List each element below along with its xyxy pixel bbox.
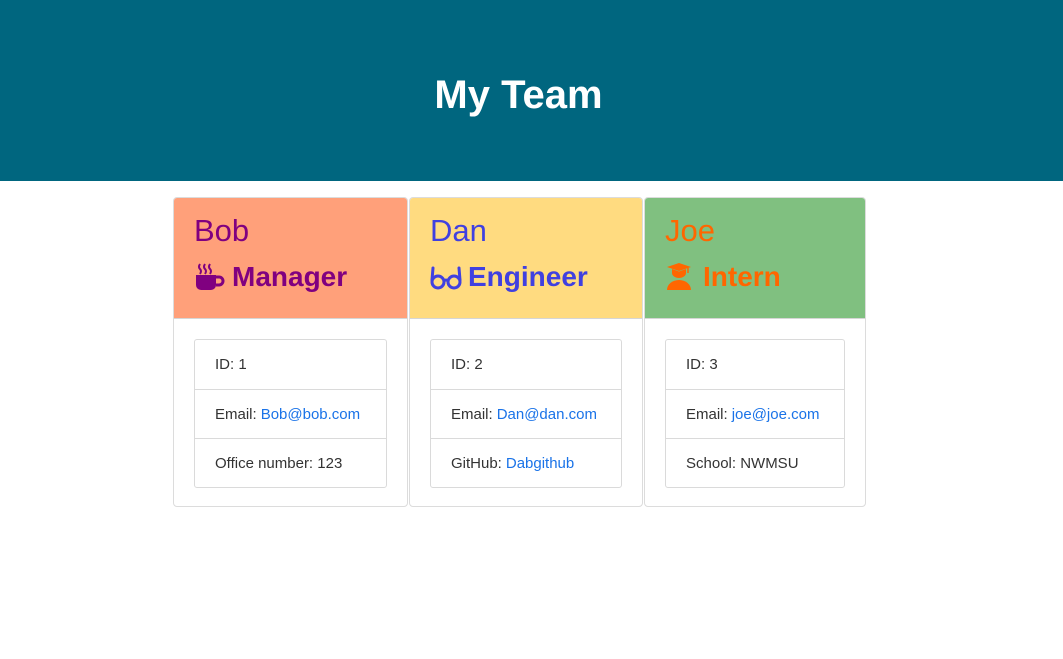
card-body: ID: 2 Email: Dan@dan.com GitHub: Dabgith… xyxy=(410,319,642,488)
graduate-icon xyxy=(665,262,697,292)
employee-id: ID: 1 xyxy=(215,356,247,373)
github-label: GitHub: xyxy=(451,454,502,472)
employee-card-intern: Joe Intern ID: 3 Email: joe@joe.com Scho… xyxy=(644,197,866,507)
email-link[interactable]: Dan@dan.com xyxy=(497,406,597,423)
glasses-icon xyxy=(430,262,462,292)
employee-name: Joe xyxy=(665,213,715,248)
page-header: My Team xyxy=(0,0,1063,181)
employee-info-list: ID: 2 Email: Dan@dan.com GitHub: Dabgith… xyxy=(430,339,622,488)
card-body: ID: 3 Email: joe@joe.com School: NWMSU xyxy=(645,319,865,488)
email-label: Email: xyxy=(686,405,728,423)
school: School: NWMSU xyxy=(666,438,844,487)
email-link[interactable]: Bob@bob.com xyxy=(261,406,360,423)
employee-role: Intern xyxy=(665,259,845,295)
employee-name: Dan xyxy=(430,213,487,248)
employee-role: Engineer xyxy=(430,259,622,295)
employee-info-list: ID: 1 Email: Bob@bob.com Office number: … xyxy=(194,339,387,488)
github: GitHub: Dabgithub xyxy=(431,438,621,487)
employee-email: Email: joe@joe.com xyxy=(666,389,844,438)
employee-role: Manager xyxy=(194,259,387,295)
employee-name: Bob xyxy=(194,213,250,248)
employee-info-list: ID: 3 Email: joe@joe.com School: NWMSU xyxy=(665,339,845,488)
role-label: Manager xyxy=(232,261,348,292)
employee-card-engineer: Dan Engineer ID: 2 Email: Dan@dan.com Gi… xyxy=(409,197,643,507)
role-label: Intern xyxy=(703,261,781,292)
coffee-mug-icon xyxy=(194,262,226,292)
employee-email: Email: Bob@bob.com xyxy=(195,389,386,438)
employee-id: ID: 3 xyxy=(686,356,718,373)
employee-card-manager: Bob Manager ID: 1 Email: Bob@bob.com Off… xyxy=(173,197,408,507)
card-body: ID: 1 Email: Bob@bob.com Office number: … xyxy=(174,319,407,488)
employee-email: Email: Dan@dan.com xyxy=(431,389,621,438)
github-link[interactable]: Dabgithub xyxy=(506,455,574,472)
card-header: Joe Intern xyxy=(645,198,865,319)
office-number: Office number: 123 xyxy=(195,438,386,487)
email-label: Email: xyxy=(215,405,257,423)
team-cards: Bob Manager ID: 1 Email: Bob@bob.com Off… xyxy=(173,197,866,507)
email-link[interactable]: joe@joe.com xyxy=(732,406,820,423)
page-title: My Team xyxy=(434,73,603,117)
role-label: Engineer xyxy=(468,261,588,292)
email-label: Email: xyxy=(451,405,493,423)
card-header: Dan Engineer xyxy=(410,198,642,319)
card-header: Bob Manager xyxy=(174,198,407,319)
employee-id: ID: 2 xyxy=(451,356,483,373)
